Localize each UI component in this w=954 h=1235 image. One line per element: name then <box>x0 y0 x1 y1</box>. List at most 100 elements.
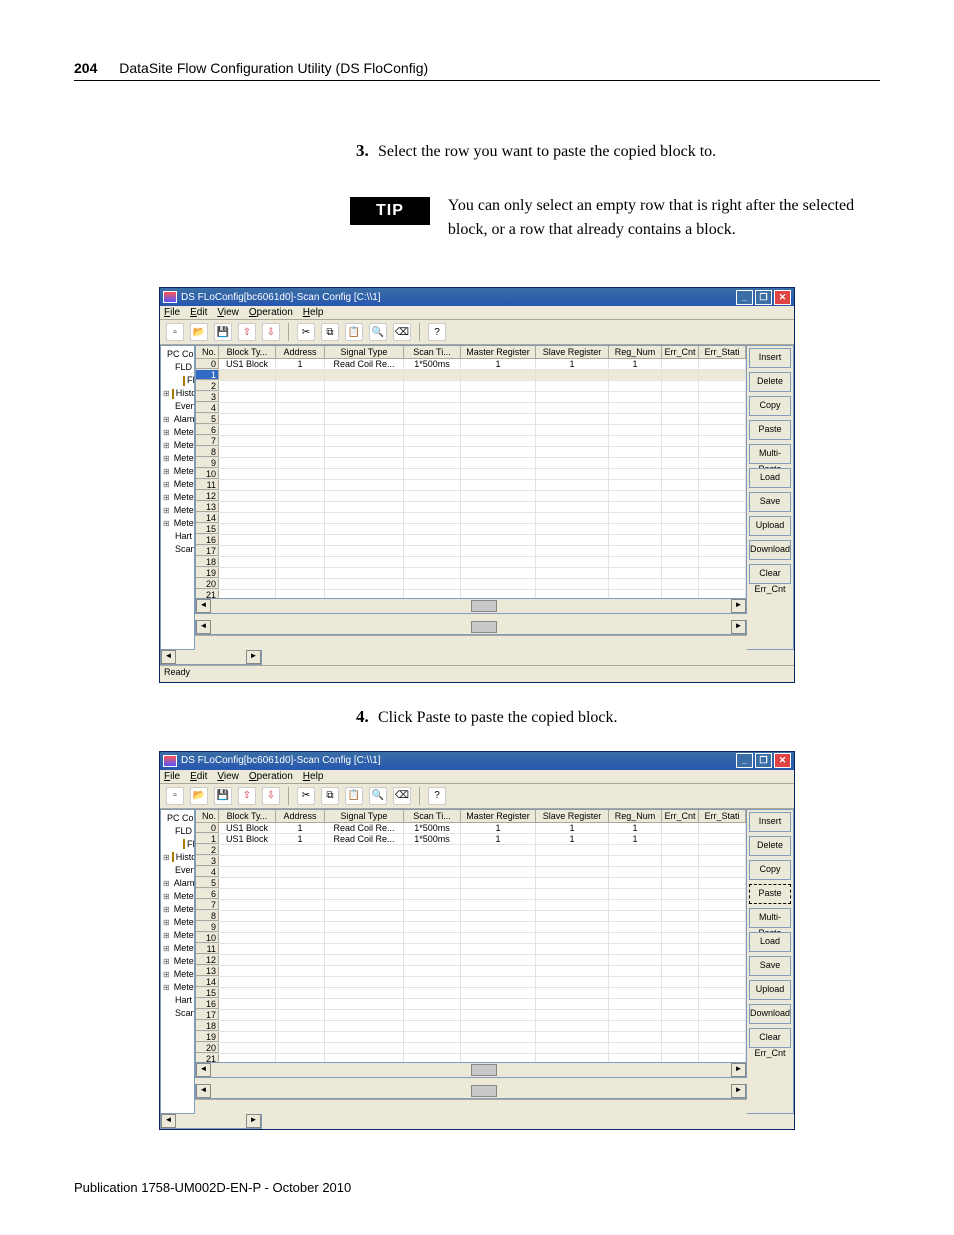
tree-node[interactable]: PC Communication <box>161 348 194 361</box>
table-row[interactable]: 18 <box>196 1021 746 1032</box>
maximize-button[interactable]: ❐ <box>755 753 772 768</box>
open-icon[interactable]: 📂 <box>190 323 208 341</box>
load-button[interactable]: Load <box>749 468 791 488</box>
col-header[interactable]: Block Ty... <box>219 346 276 359</box>
table-row[interactable]: 3 <box>196 392 746 403</box>
table-row[interactable]: 15 <box>196 988 746 999</box>
tree-node[interactable]: Hart <box>161 994 194 1007</box>
save-icon[interactable]: 💾 <box>214 323 232 341</box>
copy-icon[interactable]: ⧉ <box>321 323 339 341</box>
menu-edit[interactable]: Edit <box>190 307 207 318</box>
col-header[interactable]: Reg_Num <box>609 810 662 823</box>
col-header[interactable]: Master Register <box>461 346 536 359</box>
help-icon[interactable]: ? <box>428 787 446 805</box>
tree-node[interactable]: ⊞Meter Run6 <box>161 968 194 981</box>
col-header[interactable]: Signal Type <box>325 810 404 823</box>
new-icon[interactable]: ▫ <box>166 787 184 805</box>
menu-view[interactable]: View <box>217 307 239 318</box>
table-row[interactable]: 0US1 Block1Read Coil Re...1*500ms111 <box>196 359 746 370</box>
copy-icon[interactable]: ⧉ <box>321 787 339 805</box>
maximize-button[interactable]: ❐ <box>755 290 772 305</box>
tree-node[interactable]: ⊞Meter Run0 <box>161 426 194 439</box>
tree-node[interactable]: FLD Communicatio <box>161 825 194 838</box>
tree-node[interactable]: ⊞Meter Run1 <box>161 903 194 916</box>
table-row[interactable]: 5 <box>196 878 746 889</box>
help-icon[interactable]: ? <box>428 323 446 341</box>
table-row[interactable]: 21 <box>196 590 746 599</box>
col-header[interactable]: Signal Type <box>325 346 404 359</box>
menu-file[interactable]: File <box>164 771 180 782</box>
table-row[interactable]: 5 <box>196 414 746 425</box>
table-row[interactable]: 4 <box>196 867 746 878</box>
close-button[interactable]: ✕ <box>774 290 791 305</box>
menu-help[interactable]: Help <box>303 771 324 782</box>
paste-icon[interactable]: 📋 <box>345 787 363 805</box>
find-icon[interactable]: 🔍 <box>369 787 387 805</box>
tree-scrollbar[interactable]: ◄► <box>160 650 262 665</box>
copy-button[interactable]: Copy <box>749 396 791 416</box>
minimize-button[interactable]: _ <box>736 290 753 305</box>
erase-icon[interactable]: ⌫ <box>393 787 411 805</box>
col-header[interactable]: Master Register <box>461 810 536 823</box>
table-row[interactable]: 17 <box>196 546 746 557</box>
cut-icon[interactable]: ✂ <box>297 323 315 341</box>
tree-node[interactable]: ⊞History <box>161 387 194 400</box>
tree-node[interactable]: ⊞Meter Run1 <box>161 439 194 452</box>
tree-node[interactable]: ⊞Meter Run0 <box>161 890 194 903</box>
tree-view[interactable]: PC CommunicationFLD CommunicatioFLD RTC⊞… <box>160 345 195 650</box>
table-row[interactable]: 4 <box>196 403 746 414</box>
table-row[interactable]: 11 <box>196 480 746 491</box>
table-row[interactable]: 8 <box>196 911 746 922</box>
table-row[interactable]: 1 <box>196 370 746 381</box>
tree-node[interactable]: ⊞Meter Run4 <box>161 942 194 955</box>
menu-operation[interactable]: Operation <box>249 307 293 318</box>
paste-button[interactable]: Paste <box>749 884 791 904</box>
table-row[interactable]: 3 <box>196 856 746 867</box>
data-grid[interactable]: No.Block Ty...AddressSignal TypeScan Ti.… <box>195 345 747 599</box>
download-button[interactable]: Download <box>749 540 791 560</box>
pane-scrollbar[interactable]: ◄► <box>195 620 747 635</box>
upload-icon[interactable]: ⇧ <box>238 323 256 341</box>
tree-node[interactable]: ⊞Meter Run2 <box>161 452 194 465</box>
table-row[interactable]: 19 <box>196 1032 746 1043</box>
tree-node[interactable]: ⊞Meter Run5 <box>161 955 194 968</box>
tree-node[interactable]: FLD RTC <box>161 374 194 387</box>
table-row[interactable]: 2 <box>196 381 746 392</box>
table-row[interactable]: 10 <box>196 933 746 944</box>
tree-node[interactable]: ⊞Meter Run7 <box>161 981 194 994</box>
cut-icon[interactable]: ✂ <box>297 787 315 805</box>
table-row[interactable]: 21 <box>196 1054 746 1063</box>
tree-node[interactable]: FLD Communicatio <box>161 361 194 374</box>
table-row[interactable]: 18 <box>196 557 746 568</box>
paste-icon[interactable]: 📋 <box>345 323 363 341</box>
tree-node[interactable]: ⊞Meter Run3 <box>161 929 194 942</box>
menu-help[interactable]: Help <box>303 307 324 318</box>
col-header[interactable]: Err_Cnt <box>662 810 699 823</box>
col-header[interactable]: Slave Register <box>536 810 609 823</box>
table-row[interactable]: 7 <box>196 900 746 911</box>
table-row[interactable]: 12 <box>196 955 746 966</box>
table-row[interactable]: 11 <box>196 944 746 955</box>
multi-paste-button[interactable]: Multi-Paste <box>749 444 791 464</box>
download-icon[interactable]: ⇩ <box>262 787 280 805</box>
save-icon[interactable]: 💾 <box>214 787 232 805</box>
erase-icon[interactable]: ⌫ <box>393 323 411 341</box>
tree-node[interactable]: ⊞Meter Run5 <box>161 491 194 504</box>
grid-scrollbar[interactable]: ◄► <box>195 599 747 614</box>
table-row[interactable]: 17 <box>196 1010 746 1021</box>
col-header[interactable]: Err_Cnt <box>662 346 699 359</box>
col-header[interactable]: Address <box>276 810 325 823</box>
col-header[interactable]: Err_Stati <box>699 346 746 359</box>
minimize-button[interactable]: _ <box>736 753 753 768</box>
tree-node[interactable]: ⊞Meter Run4 <box>161 478 194 491</box>
tree-node[interactable]: ⊞Meter Run3 <box>161 465 194 478</box>
tree-node[interactable]: ⊞Meter Run2 <box>161 916 194 929</box>
tree-node[interactable]: Scan Config <box>161 543 194 556</box>
table-row[interactable]: 20 <box>196 579 746 590</box>
tree-node[interactable]: PC Communication <box>161 812 194 825</box>
table-row[interactable]: 12 <box>196 491 746 502</box>
copy-button[interactable]: Copy <box>749 860 791 880</box>
insert-button[interactable]: Insert <box>749 812 791 832</box>
table-row[interactable]: 13 <box>196 502 746 513</box>
table-row[interactable]: 2 <box>196 845 746 856</box>
